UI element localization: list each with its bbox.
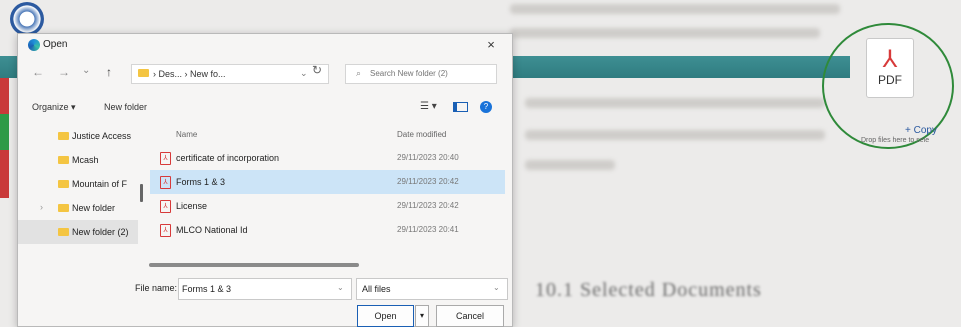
text-line: [525, 160, 615, 170]
folder-icon: [58, 204, 69, 212]
file-type-value: All files: [362, 284, 391, 294]
recent-locations-icon[interactable]: ⌄: [82, 65, 90, 76]
sidebar-item-label: New folder (2): [72, 227, 129, 237]
file-name: certificate of incorporation: [176, 153, 280, 163]
section-heading: 10.1 Selected Documents: [535, 279, 762, 301]
pdf-icon: ⅄: [160, 200, 171, 213]
file-name: MLCO National Id: [176, 225, 248, 235]
pdf-icon: ⅄: [160, 176, 171, 189]
forward-arrow-icon[interactable]: →: [58, 65, 70, 79]
view-options-icon[interactable]: ☰ ▾: [420, 101, 437, 112]
file-date: 29/11/2023 20:40: [397, 153, 459, 162]
file-name-input[interactable]: [182, 282, 332, 295]
folder-icon: [58, 132, 69, 140]
file-list: Name Date modified ⅄ certificate of inco…: [150, 124, 505, 272]
organize-button[interactable]: Organize ▾: [32, 102, 76, 113]
file-name: License: [176, 201, 208, 211]
sidebar-scrollbar[interactable]: [140, 184, 143, 202]
text-line: [525, 98, 825, 108]
open-button-label: Open: [374, 311, 397, 321]
pdf-label: PDF: [878, 73, 902, 87]
sidebar-item-mcash[interactable]: Mcash: [18, 148, 138, 172]
file-name-combobox[interactable]: ⌄: [178, 278, 352, 300]
pdf-icon: ⅄: [160, 152, 171, 165]
column-header-date-modified[interactable]: Date modified: [397, 130, 446, 139]
sidebar-item-label: Mcash: [72, 155, 99, 165]
chevron-down-icon[interactable]: ⌄: [337, 283, 344, 292]
cancel-button[interactable]: Cancel: [436, 305, 504, 327]
file-name-label: File name:: [135, 283, 178, 293]
sidebar-item-new-folder-2[interactable]: New folder (2): [18, 220, 138, 244]
text-line: [510, 4, 840, 14]
up-arrow-icon[interactable]: ↑: [106, 65, 112, 79]
sidebar-item-label: Justice Access: [72, 131, 132, 141]
file-row[interactable]: ⅄ certificate of incorporation 29/11/202…: [150, 146, 505, 170]
address-path: › Des... › New fo...: [153, 69, 226, 79]
preview-pane-icon[interactable]: [453, 102, 468, 112]
search-icon: ⌕: [356, 68, 362, 78]
copy-label: + Copy: [905, 125, 937, 136]
folder-icon: [58, 228, 69, 236]
column-header-name[interactable]: Name: [176, 130, 197, 139]
acrobat-icon: ⅄: [882, 45, 898, 73]
dialog-title: Open: [43, 39, 68, 50]
file-row[interactable]: ⅄ Forms 1 & 3 29/11/2023 20:42: [150, 170, 505, 194]
sidebar-item-label: New folder: [72, 203, 116, 213]
open-button[interactable]: Open: [357, 305, 414, 327]
back-arrow-icon[interactable]: ←: [32, 65, 44, 79]
file-date: 29/11/2023 20:42: [397, 177, 459, 186]
new-folder-button[interactable]: New folder: [104, 102, 147, 112]
pdf-icon: ⅄: [160, 224, 171, 237]
navigation-pane: Justice Access Mcash Mountain of F › New…: [18, 124, 138, 272]
sidebar-item-new-folder[interactable]: › New folder: [18, 196, 138, 220]
sidebar-item-mountain[interactable]: Mountain of F: [18, 172, 138, 196]
folder-icon: [58, 156, 69, 164]
chevron-down-icon[interactable]: ⌄: [493, 283, 500, 292]
cancel-button-label: Cancel: [455, 311, 484, 321]
file-row[interactable]: ⅄ License 29/11/2023 20:42: [150, 194, 505, 218]
edge-browser-icon: [28, 39, 40, 51]
open-file-dialog: Open × ← → ⌄ ↑ › Des... › New fo... ⌄ ↻ …: [17, 33, 513, 327]
refresh-icon[interactable]: ↻: [312, 63, 322, 77]
chevron-down-icon[interactable]: ⌄: [300, 68, 308, 79]
color-strip: [0, 78, 9, 198]
folder-icon: [138, 69, 149, 77]
command-bar: Organize ▾ New folder ☰ ▾ ?: [18, 98, 512, 118]
navigation-bar: ← → ⌄ ↑ › Des... › New fo... ⌄ ↻ ⌕: [18, 59, 512, 87]
sidebar-item-label: Mountain of F: [72, 179, 128, 189]
text-line: [525, 130, 825, 140]
close-button[interactable]: ×: [484, 38, 498, 52]
pdf-file-icon[interactable]: ⅄ PDF: [866, 38, 914, 98]
file-type-select[interactable]: All files ⌄: [356, 278, 508, 300]
sidebar-item-justice-access[interactable]: Justice Access: [18, 124, 138, 148]
folder-icon: [58, 180, 69, 188]
address-bar[interactable]: › Des... › New fo... ⌄: [131, 64, 329, 84]
title-bar: Open ×: [18, 34, 512, 56]
drop-hint: Drop files here to sele: [861, 137, 930, 144]
search-box[interactable]: ⌕: [345, 64, 497, 84]
open-dropdown-button[interactable]: ▾: [415, 305, 429, 327]
text-line: [510, 28, 820, 38]
file-date: 29/11/2023 20:41: [397, 225, 459, 234]
search-input[interactable]: [370, 67, 490, 80]
file-row[interactable]: ⅄ MLCO National Id 29/11/2023 20:41: [150, 218, 505, 242]
file-name: Forms 1 & 3: [176, 177, 226, 187]
horizontal-scrollbar[interactable]: [149, 263, 359, 267]
logo-seal: [10, 2, 44, 36]
help-icon[interactable]: ?: [480, 101, 492, 113]
expand-chevron-icon[interactable]: ›: [40, 202, 43, 212]
file-date: 29/11/2023 20:42: [397, 201, 459, 210]
